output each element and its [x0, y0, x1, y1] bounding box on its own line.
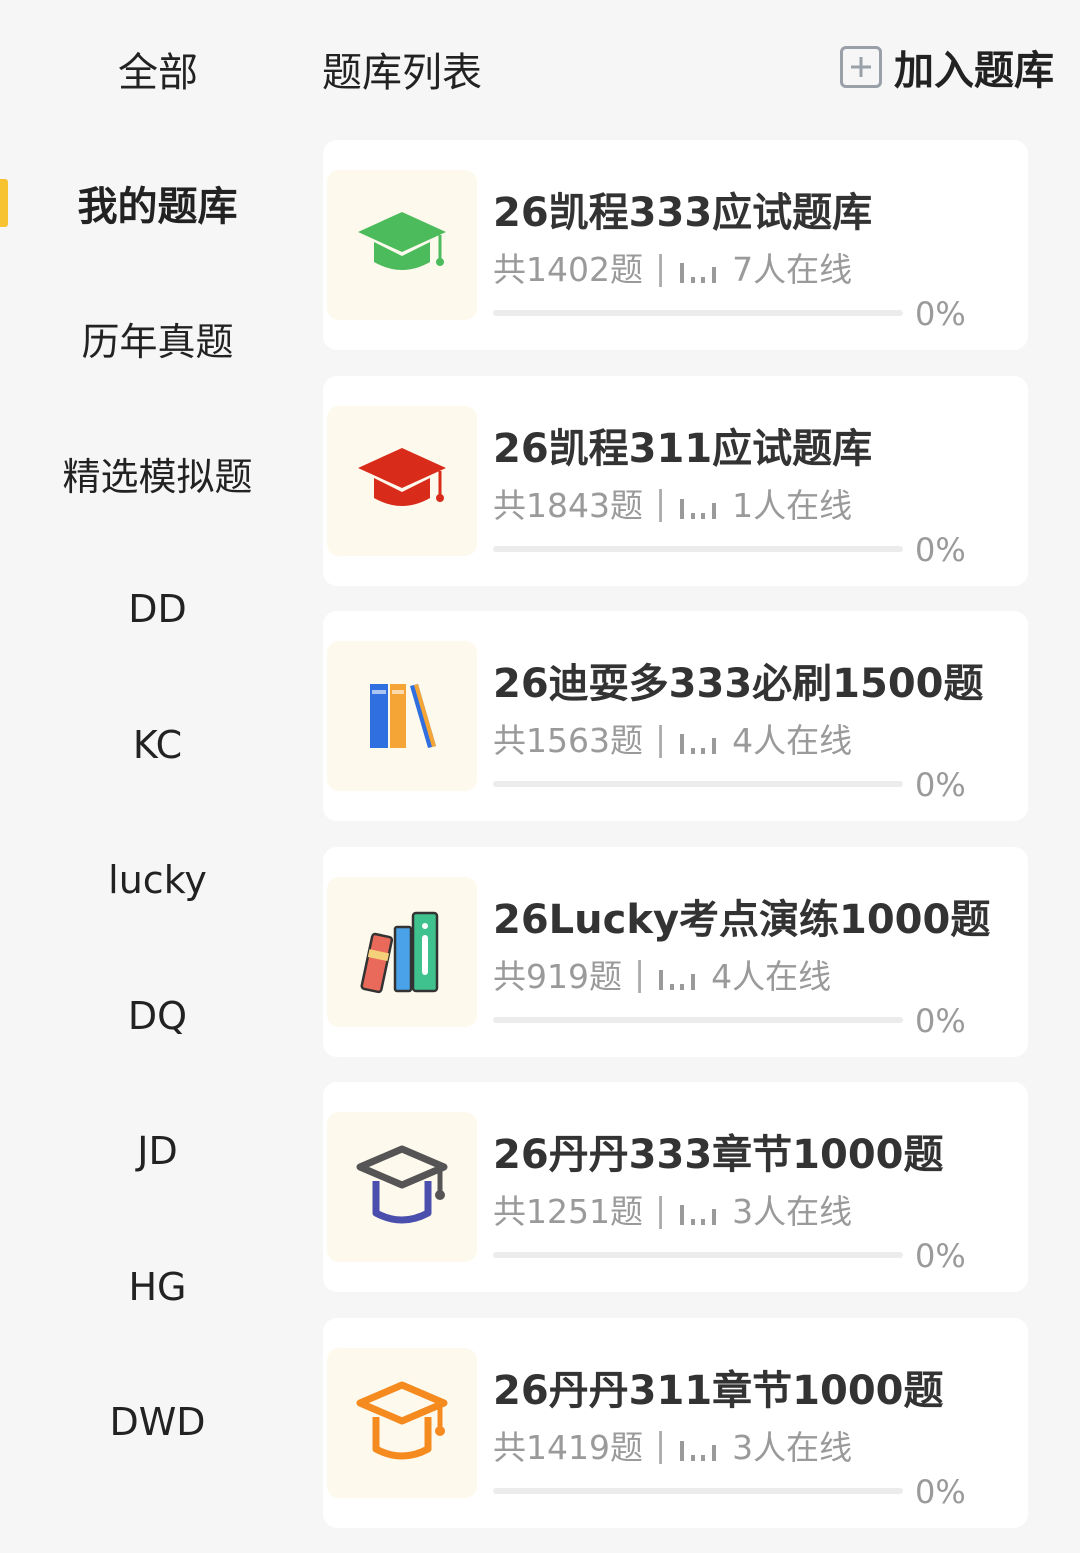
- progress-track: [493, 1016, 903, 1023]
- progress-percent: 0%: [915, 295, 966, 333]
- bank-meta: 共1563题 | 4人在线: [493, 714, 852, 762]
- bank-thumbnail: [327, 876, 477, 1027]
- sidebar-item-lucky[interactable]: lucky: [0, 813, 315, 949]
- bank-meta: 共1419题 | 3人在线: [493, 1421, 852, 1469]
- bank-title: 26凯程311应试题库: [493, 425, 873, 472]
- question-count: 共919题: [493, 956, 622, 996]
- bank-card[interactable]: 26凯程333应试题库 共1402题 | 7人在线 0%: [323, 140, 1028, 350]
- meta-separator: |: [634, 954, 646, 993]
- bank-card[interactable]: 26Lucky考点演练1000题 共919题 | 4人在线 0%: [323, 846, 1028, 1057]
- question-count: 共1402题: [493, 250, 643, 289]
- book-stack-icon: [360, 911, 439, 993]
- online-count: 3人在线: [732, 1192, 853, 1231]
- meta-separator: |: [654, 247, 667, 287]
- progress-track: [493, 1487, 903, 1494]
- signal-bars-icon: [680, 1440, 717, 1461]
- bank-meta: 共919题 | 4人在线: [493, 950, 831, 998]
- progress-track: [493, 310, 903, 316]
- question-count: 共1419题: [493, 1427, 643, 1467]
- meta-separator: |: [654, 483, 667, 522]
- bank-title: 26丹丹311章节1000题: [493, 1367, 944, 1414]
- bank-thumbnail: [327, 405, 477, 556]
- tab-all[interactable]: 全部: [118, 40, 198, 98]
- online-count: 1人在线: [732, 485, 853, 525]
- sidebar-item-label: JD: [137, 1129, 178, 1174]
- bank-card[interactable]: 26丹丹311章节1000题 共1419题 | 3人在线 0%: [323, 1317, 1028, 1528]
- sidebar-item-hg[interactable]: HG: [0, 1219, 315, 1355]
- books-icon: [370, 684, 436, 748]
- sidebar-item-mock-exams[interactable]: 精选模拟题: [0, 406, 315, 542]
- meta-separator: |: [654, 1425, 667, 1464]
- bank-title: 26丹丹333章节1000题: [493, 1132, 944, 1178]
- sidebar-item-label: KC: [132, 722, 183, 767]
- progress-percent: 0%: [915, 1001, 966, 1040]
- graduation-cap-icon: [358, 447, 446, 506]
- signal-bars-icon: [680, 1205, 717, 1225]
- graduation-cap-outline-icon: [356, 1145, 448, 1224]
- signal-bars-icon: [659, 969, 696, 990]
- online-count: 4人在线: [732, 721, 853, 760]
- sidebar-item-label: 我的题库: [77, 183, 238, 230]
- bank-card[interactable]: 26凯程311应试题库 共1843题 | 1人在线 0%: [323, 375, 1028, 586]
- bank-meta: 共1402题 | 7人在线: [493, 243, 852, 291]
- sidebar-item-jd[interactable]: JD: [0, 1084, 315, 1220]
- question-count: 共1251题: [493, 1192, 643, 1231]
- sidebar-item-dwd[interactable]: DWD: [0, 1355, 315, 1491]
- sidebar-item-label: HG: [128, 1264, 187, 1309]
- category-sidebar: 我的题库 历年真题 精选模拟题 DD KC lucky DQ JD HG DWD: [0, 135, 315, 1490]
- sidebar-item-label: 精选模拟题: [62, 455, 253, 500]
- bank-card[interactable]: 26迪耍多333必刷1500题 共1563题 | 4人在线 0%: [323, 611, 1028, 821]
- bank-meta: 共1251题 | 3人在线: [493, 1185, 852, 1233]
- sidebar-item-kc[interactable]: KC: [0, 677, 315, 813]
- online-count: 4人在线: [711, 956, 832, 996]
- sidebar-item-label: lucky: [108, 858, 207, 903]
- meta-separator: |: [654, 1189, 667, 1229]
- join-bank-button[interactable]: 加入题库: [840, 38, 1054, 96]
- graduation-cap-outline-icon: [356, 1381, 448, 1459]
- question-count: 共1563题: [493, 721, 643, 760]
- progress-track: [493, 1252, 903, 1258]
- progress-track: [493, 781, 903, 787]
- sidebar-item-label: DWD: [109, 1400, 206, 1445]
- sidebar-item-label: DQ: [127, 993, 188, 1038]
- bank-title: 26Lucky考点演练1000题: [493, 896, 991, 943]
- bank-thumbnail: [327, 170, 477, 320]
- sidebar-item-dd[interactable]: DD: [0, 542, 315, 678]
- plus-icon: [840, 46, 882, 88]
- progress-percent: 0%: [915, 1237, 966, 1275]
- signal-bars-icon: [680, 734, 717, 754]
- bank-list: 26凯程333应试题库 共1402题 | 7人在线 0% 26凯程311应试题库…: [323, 140, 1028, 1553]
- join-bank-label: 加入题库: [894, 48, 1054, 94]
- meta-separator: |: [654, 718, 667, 758]
- progress-track: [493, 545, 903, 552]
- progress-percent: 0%: [915, 766, 966, 804]
- progress-percent: 0%: [915, 530, 966, 569]
- page-title: 题库列表: [322, 50, 482, 96]
- bank-thumbnail: [327, 1112, 477, 1262]
- online-count: 7人在线: [732, 250, 853, 289]
- bank-thumbnail: [327, 1347, 477, 1498]
- bank-title: 26迪耍多333必刷1500题: [493, 661, 984, 707]
- bank-card[interactable]: 26丹丹333章节1000题 共1251题 | 3人在线 0%: [323, 1082, 1028, 1292]
- sidebar-item-dq[interactable]: DQ: [0, 948, 315, 1084]
- signal-bars-icon: [680, 498, 717, 519]
- signal-bars-icon: [680, 263, 717, 283]
- sidebar-item-my-banks[interactable]: 我的题库: [0, 135, 315, 271]
- question-count: 共1843题: [493, 485, 643, 525]
- sidebar-item-label: 历年真题: [81, 319, 234, 364]
- bank-thumbnail: [327, 641, 477, 791]
- sidebar-item-past-exams[interactable]: 历年真题: [0, 271, 315, 407]
- progress-percent: 0%: [915, 1472, 966, 1511]
- bank-title: 26凯程333应试题库: [493, 190, 873, 236]
- graduation-cap-icon: [358, 212, 446, 270]
- online-count: 3人在线: [732, 1427, 853, 1467]
- top-header: 全部 题库列表 加入题库: [0, 0, 1080, 135]
- sidebar-item-label: DD: [128, 587, 187, 632]
- bank-meta: 共1843题 | 1人在线: [493, 479, 852, 527]
